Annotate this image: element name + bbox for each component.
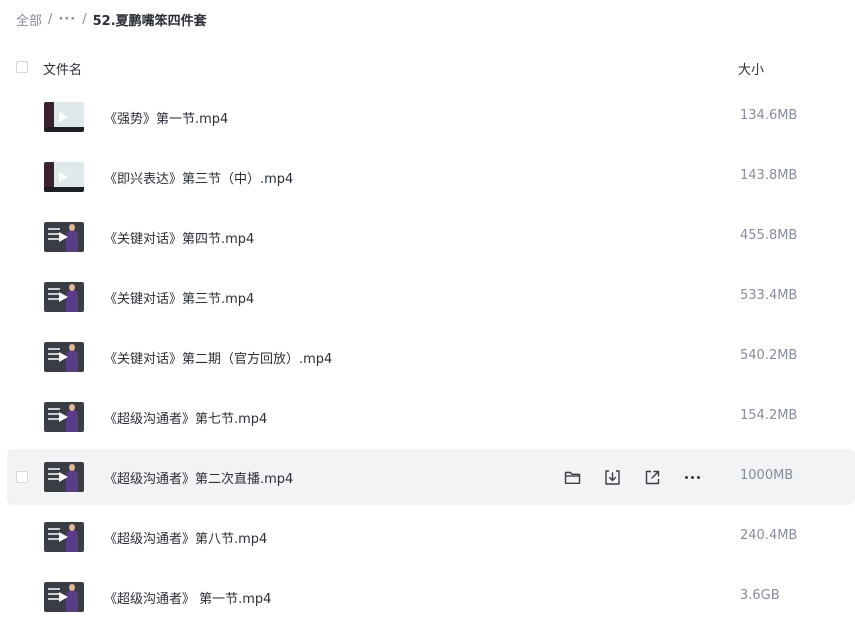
file-size: 134.6MB	[740, 108, 798, 123]
video-thumbnail	[44, 102, 84, 132]
play-icon	[59, 352, 68, 362]
video-thumbnail	[44, 342, 84, 372]
file-name[interactable]: 《超级沟通者》 第一节.mp4	[104, 588, 271, 607]
file-list: 《强势》第一节.mp4 134.6MB 《即兴表达》第三节（中）.mp4 143…	[0, 87, 855, 627]
file-list-header: 文件名 大小	[0, 52, 855, 82]
file-row[interactable]: 《即兴表达》第三节（中）.mp4 143.8MB	[0, 147, 855, 207]
file-size: 540.2MB	[740, 348, 798, 363]
column-header-name[interactable]: 文件名	[43, 59, 82, 78]
breadcrumb-more-icon[interactable]: ···	[58, 12, 76, 27]
breadcrumb: 全部 / ··· / 52.夏鹏嘴笨四件套	[16, 9, 207, 29]
file-browser: 全部 / ··· / 52.夏鹏嘴笨四件套 文件名 大小 《强势》第一节.mp4…	[0, 0, 855, 632]
file-name[interactable]: 《超级沟通者》第七节.mp4	[104, 408, 267, 427]
share-icon[interactable]	[642, 467, 662, 487]
file-size: 533.4MB	[740, 288, 798, 303]
breadcrumb-current-folder: 52.夏鹏嘴笨四件套	[92, 13, 207, 29]
file-name[interactable]: 《关键对话》第四节.mp4	[104, 228, 254, 247]
file-size: 240.4MB	[740, 528, 798, 543]
file-row[interactable]: 《超级沟通者》第八节.mp4 240.4MB	[0, 507, 855, 567]
video-thumbnail	[44, 462, 84, 492]
video-thumbnail	[44, 162, 84, 192]
file-name[interactable]: 《超级沟通者》第八节.mp4	[104, 528, 267, 547]
play-icon	[59, 532, 68, 542]
play-icon	[59, 592, 68, 602]
select-all-checkbox[interactable]	[16, 61, 28, 73]
folder-icon[interactable]	[562, 467, 582, 487]
download-icon[interactable]	[602, 467, 622, 487]
video-thumbnail	[44, 282, 84, 312]
file-size: 3.6GB	[740, 588, 780, 603]
file-row[interactable]: 《强势》第一节.mp4 134.6MB	[0, 87, 855, 147]
file-row[interactable]: 《关键对话》第二期（官方回放）.mp4 540.2MB	[0, 327, 855, 387]
play-icon	[59, 232, 68, 242]
file-name[interactable]: 《强势》第一节.mp4	[104, 108, 228, 127]
row-checkbox[interactable]	[16, 471, 28, 483]
play-icon	[59, 412, 68, 422]
video-thumbnail	[44, 582, 84, 612]
play-icon	[59, 292, 68, 302]
file-size: 455.8MB	[740, 228, 798, 243]
file-row[interactable]: 《超级沟通者》第七节.mp4 154.2MB	[0, 387, 855, 447]
play-icon	[59, 112, 68, 122]
breadcrumb-root[interactable]: 全部	[16, 10, 42, 29]
file-size: 154.2MB	[740, 408, 798, 423]
breadcrumb-separator: /	[48, 11, 53, 27]
video-thumbnail	[44, 222, 84, 252]
file-size: 1000MB	[740, 468, 794, 483]
file-name[interactable]: 《关键对话》第三节.mp4	[104, 288, 254, 307]
file-size: 143.8MB	[740, 168, 798, 183]
play-icon	[59, 172, 68, 182]
file-name[interactable]: 《超级沟通者》第二次直播.mp4	[104, 468, 293, 487]
breadcrumb-separator: /	[82, 11, 87, 27]
column-header-size[interactable]: 大小	[738, 59, 764, 78]
file-name[interactable]: 《关键对话》第二期（官方回放）.mp4	[104, 348, 332, 367]
play-icon	[59, 472, 68, 482]
file-row[interactable]: 《关键对话》第三节.mp4 533.4MB	[0, 267, 855, 327]
file-row[interactable]: 《关键对话》第四节.mp4 455.8MB	[0, 207, 855, 267]
file-row-hovered[interactable]: 《超级沟通者》第二次直播.mp4 1000MB	[0, 447, 855, 507]
row-actions	[562, 465, 722, 489]
more-icon[interactable]	[682, 467, 702, 487]
file-row[interactable]: 《超级沟通者》 第一节.mp4 3.6GB	[0, 567, 855, 627]
video-thumbnail	[44, 402, 84, 432]
video-thumbnail	[44, 522, 84, 552]
file-name[interactable]: 《即兴表达》第三节（中）.mp4	[104, 168, 293, 187]
